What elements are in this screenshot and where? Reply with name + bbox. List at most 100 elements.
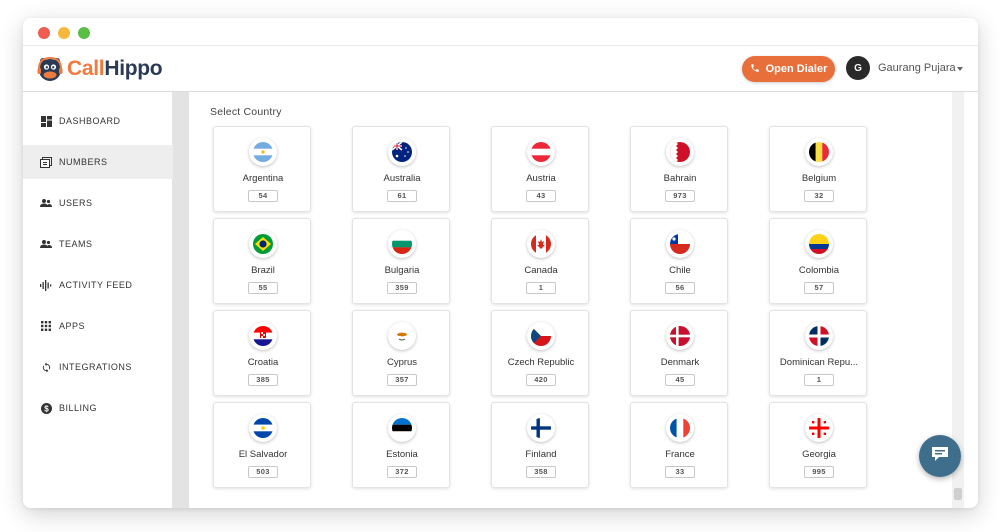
sidebar-nav: DASHBOARD NUMBERS USERS TEAMS ACTIVITY F… bbox=[23, 92, 173, 508]
country-name: Colombia bbox=[798, 265, 840, 276]
sidebar-item-label: BILLING bbox=[59, 403, 98, 413]
country-card[interactable]: Bahrain 973 bbox=[630, 126, 728, 212]
country-name: Australia bbox=[383, 173, 421, 184]
country-name: Croatia bbox=[247, 357, 279, 368]
users-icon bbox=[40, 197, 52, 209]
country-name: France bbox=[665, 449, 695, 460]
country-card[interactable]: Finland 358 bbox=[491, 402, 589, 488]
integrations-icon bbox=[40, 361, 52, 373]
close-window-button[interactable] bbox=[38, 27, 50, 39]
chat-button[interactable] bbox=[919, 435, 961, 477]
country-count-badge: 61 bbox=[387, 190, 417, 202]
sidebar-item-teams[interactable]: TEAMS bbox=[23, 227, 173, 261]
country-count-badge: 56 bbox=[665, 282, 695, 294]
brand-name: CallHippo bbox=[67, 57, 163, 80]
country-card[interactable]: Argentina 54 bbox=[213, 126, 311, 212]
sidebar-item-activity-feed[interactable]: ACTIVITY FEED bbox=[23, 268, 173, 302]
czech-republic-flag-icon bbox=[527, 322, 555, 350]
denmark-flag-icon bbox=[666, 322, 694, 350]
main-area: Select Country Argentina 54 Australia 61 Aus… bbox=[173, 92, 964, 508]
content-panel: Select Country Argentina 54 Australia 61 Aus… bbox=[189, 92, 959, 508]
sidebar-item-integrations[interactable]: INTEGRATIONS bbox=[23, 350, 173, 384]
country-count-badge: 33 bbox=[665, 466, 695, 478]
country-card[interactable]: Estonia 372 bbox=[352, 402, 450, 488]
sidebar-item-label: ACTIVITY FEED bbox=[59, 280, 133, 290]
croatia-flag-icon bbox=[249, 322, 277, 350]
sidebar-item-label: USERS bbox=[59, 198, 93, 208]
sidebar-item-numbers[interactable]: NUMBERS bbox=[23, 145, 173, 179]
sidebar-item-billing[interactable]: $ BILLING bbox=[23, 391, 173, 425]
teams-icon bbox=[40, 238, 52, 250]
country-name: Dominican Repu... bbox=[779, 357, 859, 368]
country-card[interactable]: Cyprus 357 bbox=[352, 310, 450, 396]
chevron-down-icon[interactable] bbox=[957, 67, 963, 71]
country-card[interactable]: Czech Republic 420 bbox=[491, 310, 589, 396]
country-card[interactable]: France 33 bbox=[630, 402, 728, 488]
country-name: Estonia bbox=[386, 449, 418, 460]
austria-flag-icon bbox=[527, 138, 555, 166]
open-dialer-label: Open Dialer bbox=[765, 63, 828, 75]
country-card[interactable]: Chile 56 bbox=[630, 218, 728, 304]
country-name: Canada bbox=[524, 265, 558, 276]
chat-bubble-icon bbox=[930, 445, 950, 468]
dashboard-icon bbox=[40, 115, 52, 127]
country-grid: Argentina 54 Australia 61 Austria 43 Bahrain 97… bbox=[213, 126, 873, 506]
sidebar-item-apps[interactable]: APPS bbox=[23, 309, 173, 343]
app-header: CallHippo Open Dialer G Gaurang Pujara bbox=[23, 46, 978, 92]
svg-text:$: $ bbox=[44, 404, 49, 413]
australia-flag-icon bbox=[388, 138, 416, 166]
france-flag-icon bbox=[666, 414, 694, 442]
country-card[interactable]: Bulgaria 359 bbox=[352, 218, 450, 304]
activity-feed-icon bbox=[40, 279, 52, 291]
scrollbar-thumb[interactable] bbox=[954, 488, 962, 500]
country-card[interactable]: Belgium 32 bbox=[769, 126, 867, 212]
country-card[interactable]: Australia 61 bbox=[352, 126, 450, 212]
country-count-badge: 973 bbox=[665, 190, 695, 202]
country-count-badge: 45 bbox=[665, 374, 695, 386]
sidebar-item-label: TEAMS bbox=[59, 239, 93, 249]
country-count-badge: 54 bbox=[248, 190, 278, 202]
user-name[interactable]: Gaurang Pujara bbox=[878, 62, 956, 74]
open-dialer-button[interactable]: Open Dialer bbox=[742, 56, 835, 82]
country-card[interactable]: Denmark 45 bbox=[630, 310, 728, 396]
country-count-badge: 1 bbox=[526, 282, 556, 294]
country-card[interactable]: Brazil 55 bbox=[213, 218, 311, 304]
country-card[interactable]: Croatia 385 bbox=[213, 310, 311, 396]
country-count-badge: 359 bbox=[387, 282, 417, 294]
country-count-badge: 372 bbox=[387, 466, 417, 478]
country-card[interactable]: Austria 43 bbox=[491, 126, 589, 212]
country-name: Denmark bbox=[660, 357, 700, 368]
user-avatar[interactable]: G bbox=[846, 56, 870, 80]
numbers-icon bbox=[40, 156, 52, 168]
callhippo-logo[interactable]: CallHippo bbox=[36, 54, 163, 84]
canada-flag-icon bbox=[527, 230, 555, 258]
chile-flag-icon bbox=[666, 230, 694, 258]
window-titlebar bbox=[23, 18, 978, 46]
country-count-badge: 420 bbox=[526, 374, 556, 386]
country-name: Finland bbox=[525, 449, 557, 460]
sidebar-item-label: DASHBOARD bbox=[59, 116, 121, 126]
country-name: Georgia bbox=[802, 449, 836, 460]
country-count-badge: 1 bbox=[804, 374, 834, 386]
country-count-badge: 57 bbox=[804, 282, 834, 294]
country-card[interactable]: Colombia 57 bbox=[769, 218, 867, 304]
country-card[interactable]: El Salvador 503 bbox=[213, 402, 311, 488]
sidebar-item-label: APPS bbox=[59, 321, 86, 331]
minimize-window-button[interactable] bbox=[58, 27, 70, 39]
country-card[interactable]: Georgia 995 bbox=[769, 402, 867, 488]
bahrain-flag-icon bbox=[666, 138, 694, 166]
sidebar-item-users[interactable]: USERS bbox=[23, 186, 173, 220]
country-card[interactable]: Dominican Repu... 1 bbox=[769, 310, 867, 396]
billing-icon: $ bbox=[40, 402, 52, 414]
country-count-badge: 995 bbox=[804, 466, 834, 478]
country-count-badge: 358 bbox=[526, 466, 556, 478]
phone-icon bbox=[750, 63, 760, 76]
section-title: Select Country bbox=[210, 106, 282, 118]
georgia-flag-icon bbox=[805, 414, 833, 442]
maximize-window-button[interactable] bbox=[78, 27, 90, 39]
country-card[interactable]: Canada 1 bbox=[491, 218, 589, 304]
dominican-republic-flag-icon bbox=[805, 322, 833, 350]
sidebar-item-dashboard[interactable]: DASHBOARD bbox=[23, 104, 173, 138]
sidebar-item-label: NUMBERS bbox=[59, 157, 108, 167]
apps-icon bbox=[40, 320, 52, 332]
